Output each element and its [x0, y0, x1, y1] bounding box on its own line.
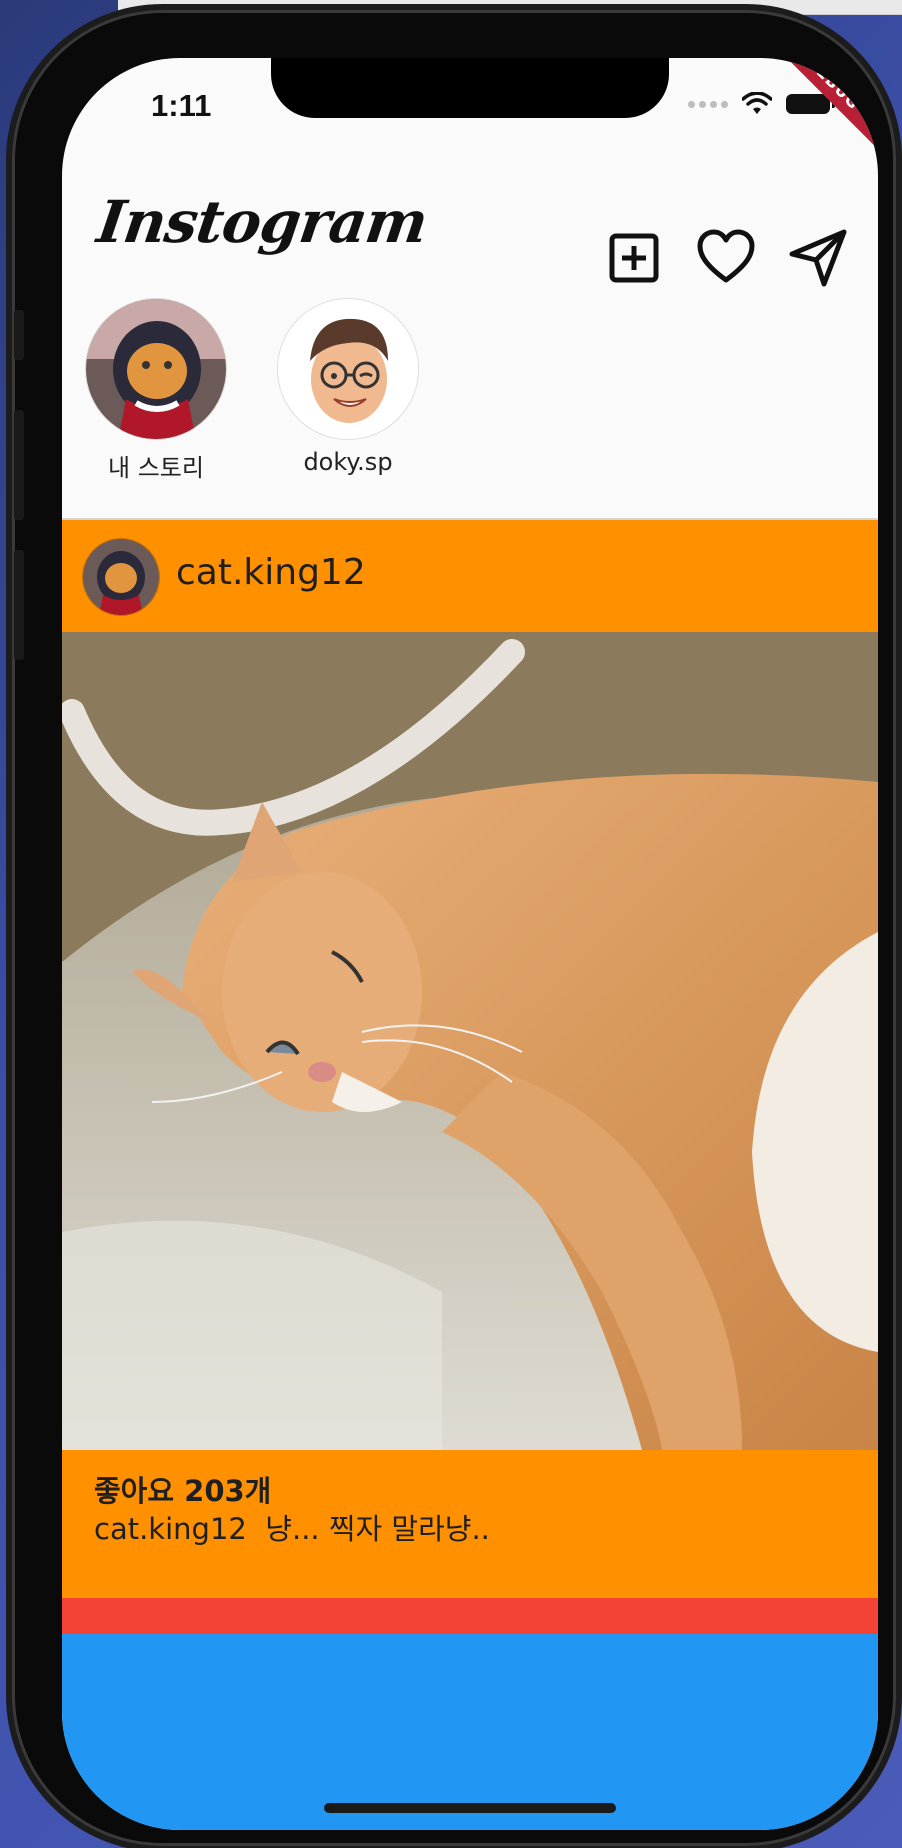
battery-icon: [786, 94, 835, 114]
volume-down-button: [14, 550, 24, 660]
blue-area: [62, 1634, 878, 1830]
mute-switch: [14, 310, 24, 360]
story-label: 내 스토리: [108, 454, 204, 482]
story-item[interactable]: doky.sp: [268, 298, 428, 476]
add-post-icon[interactable]: [602, 226, 666, 290]
post-avatar[interactable]: [82, 538, 160, 616]
story-item[interactable]: 내 스토리: [76, 298, 236, 483]
wifi-icon: [742, 92, 772, 114]
post-username[interactable]: cat.king12: [176, 552, 366, 593]
stories-row: 내 스토리 doky.sp: [62, 298, 878, 528]
phone-frame: 1:11 DEBUG Instogram 내 스토리 doky.sp cat.k…: [12, 10, 896, 1846]
send-icon[interactable]: [786, 226, 850, 290]
header-actions: [602, 226, 850, 290]
status-icons: [688, 92, 835, 116]
notch: [271, 58, 669, 118]
post-image: [62, 632, 878, 1450]
post-caption: cat.king12 냥... 찍자 말라냥..: [94, 1506, 490, 1548]
likes-count: 좋아요 203개: [94, 1474, 272, 1508]
signal-icon: [688, 100, 728, 108]
app-logo: Instogram: [93, 188, 432, 256]
status-time: 1:11: [151, 88, 212, 123]
post-footer: 좋아요 203개 cat.king12 냥... 찍자 말라냥..: [62, 1450, 878, 1598]
post-header: cat.king12: [62, 520, 878, 632]
home-indicator[interactable]: [324, 1803, 616, 1813]
red-bar: [62, 1598, 878, 1634]
caption-text: 냥... 찍자 말라냥..: [265, 1512, 490, 1546]
caption-username[interactable]: cat.king12: [94, 1512, 247, 1546]
app-screen: 1:11 DEBUG Instogram 내 스토리 doky.sp cat.k…: [62, 58, 878, 1830]
heart-icon[interactable]: [694, 226, 758, 290]
cat-avatar: [85, 298, 227, 440]
memoji-avatar: [277, 298, 419, 440]
story-label: doky.sp: [303, 448, 393, 476]
volume-up-button: [14, 410, 24, 520]
